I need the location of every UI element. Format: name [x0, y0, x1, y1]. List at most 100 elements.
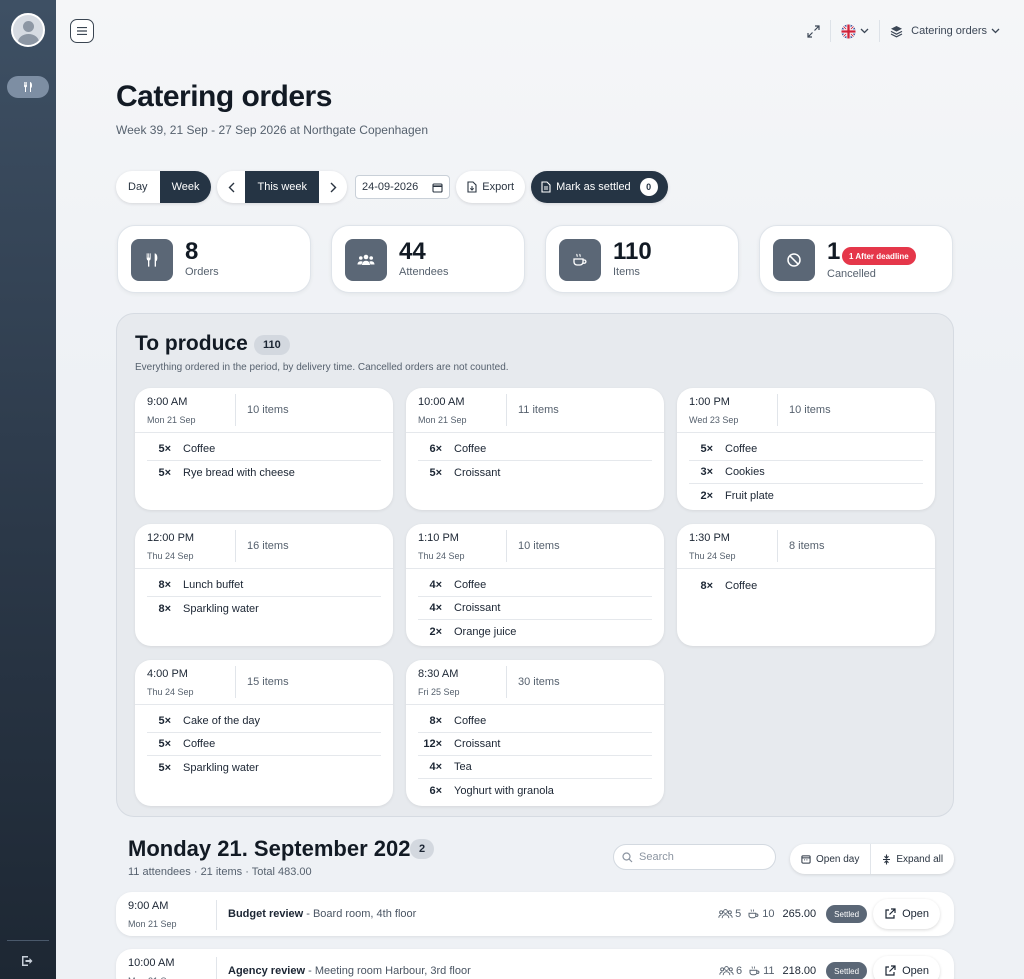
- week-navigator: This week: [217, 171, 348, 203]
- calendar-icon: [801, 855, 811, 864]
- item-name: Yoghurt with granola: [454, 784, 554, 797]
- uk-flag-icon: [841, 23, 856, 39]
- slot-day: Wed 23 Sep: [689, 415, 739, 425]
- order-name: Budget review: [228, 908, 304, 920]
- cutlery-icon: [24, 82, 32, 92]
- avatar[interactable]: [11, 13, 45, 47]
- menu-toggle-button[interactable]: [70, 19, 94, 43]
- open-day-button[interactable]: Open day: [790, 844, 870, 874]
- slot-header-divider: [135, 432, 393, 433]
- order-row[interactable]: 9:00 AM Mon 21 Sep Budget review - Board r…: [116, 892, 954, 936]
- slot-item-row: 4× Croissant: [418, 597, 652, 620]
- date-value: 24-09-2026: [362, 181, 419, 193]
- order-attendees: 5: [718, 908, 741, 920]
- slot-item-count: 11 items: [518, 404, 559, 416]
- open-order-button[interactable]: Open: [873, 899, 940, 929]
- stat-label: Orders: [185, 266, 219, 278]
- calendar-icon[interactable]: [432, 182, 443, 193]
- expand-all-button[interactable]: Expand all: [870, 844, 954, 874]
- cutlery-icon: [131, 239, 173, 281]
- search-input[interactable]: Search: [613, 844, 776, 870]
- production-slot-card: 4:00 PM Thu 24 Sep 15 items 5× Cake of the d…: [135, 660, 393, 806]
- next-week-button[interactable]: [319, 171, 347, 203]
- toolbar: Day Week This week 24-09-2026 Export Mar…: [116, 171, 668, 203]
- attendee-count: 6: [735, 965, 743, 977]
- sidebar-item-catering[interactable]: [7, 76, 49, 98]
- item-name: Coffee: [183, 738, 216, 750]
- after-deadline-badge: 1 After deadline: [842, 247, 916, 265]
- slot-divider: [506, 394, 507, 426]
- item-name: Sparkling water: [183, 602, 259, 615]
- order-location: - Board room, 4th floor: [303, 908, 417, 920]
- order-divider: [216, 900, 217, 930]
- context-selector[interactable]: Catering orders: [879, 20, 1010, 42]
- day-heading: Monday 21. September 2026: [128, 836, 423, 861]
- order-row[interactable]: 10:00 AMMon 21 SepAgency review - Meetin…: [116, 949, 954, 979]
- status-badge: Settled: [826, 962, 868, 979]
- slot-item-row: 4× Coffee: [418, 574, 652, 597]
- sidebar: [0, 0, 56, 979]
- status-badge: Settled: [826, 905, 868, 923]
- layers-icon: [890, 25, 903, 37]
- slot-item-count: 16 items: [247, 540, 289, 552]
- language-selector[interactable]: [830, 20, 879, 42]
- item-name: Tea: [454, 761, 472, 773]
- slot-item-count: 10 items: [789, 404, 831, 416]
- item-name: Coffee: [454, 715, 487, 727]
- slot-item-row: 5× Sparkling water: [147, 756, 381, 779]
- slot-day: Thu 24 Sep: [147, 551, 194, 561]
- export-button[interactable]: Export: [456, 171, 526, 203]
- item-quantity: 8×: [158, 579, 171, 591]
- slot-item-row: 5× Cake of the day: [147, 710, 381, 733]
- view-week-button[interactable]: Week: [159, 171, 212, 203]
- page-subtitle: Week 39, 21 Sep - 27 Sep 2026 at Northga…: [116, 123, 429, 137]
- attendee-count: 5: [735, 908, 742, 920]
- slot-divider: [506, 666, 507, 698]
- slot-header-divider: [406, 432, 664, 433]
- slot-item-row: 2× Orange juice: [418, 620, 652, 643]
- order-day: Mon 21 Sep: [128, 919, 177, 929]
- external-link-icon: [885, 965, 896, 976]
- item-quantity: 5×: [158, 738, 171, 750]
- item-name: Coffee: [454, 443, 487, 455]
- people-icon: [345, 239, 387, 281]
- stat-value: 110: [613, 238, 652, 265]
- item-quantity: 5×: [700, 443, 713, 455]
- item-name: Croissant: [454, 466, 501, 479]
- logout-icon[interactable]: [20, 953, 36, 969]
- slot-divider: [235, 394, 236, 426]
- slot-divider: [235, 530, 236, 562]
- view-day-button[interactable]: Day: [116, 171, 160, 203]
- production-slot-card: 1:30 PM Thu 24 Sep 8 items 8× Coffee: [677, 524, 935, 646]
- date-picker-input[interactable]: 24-09-2026: [355, 175, 451, 199]
- item-quantity: 5×: [158, 715, 171, 727]
- item-quantity: 4×: [429, 579, 442, 591]
- slot-divider: [506, 530, 507, 562]
- item-quantity: 6×: [429, 784, 442, 797]
- to-produce-count-badge: 110: [254, 335, 290, 355]
- stat-label: Attendees: [399, 266, 449, 278]
- slot-item-row: 5× Rye bread with cheese: [147, 461, 381, 484]
- item-quantity: 5×: [158, 443, 171, 455]
- item-name: Orange juice: [454, 625, 517, 638]
- slot-item-row: 5× Coffee: [147, 438, 381, 461]
- this-week-button[interactable]: This week: [245, 171, 320, 203]
- page-title: Catering orders: [116, 80, 332, 113]
- item-name: Coffee: [725, 579, 758, 592]
- slot-divider: [235, 666, 236, 698]
- order-total: 218.00: [782, 965, 817, 977]
- search-icon: [622, 851, 633, 862]
- open-label: Open: [902, 965, 929, 977]
- previous-week-button[interactable]: [217, 171, 245, 203]
- file-export-icon: [467, 181, 477, 193]
- order-time: 10:00 AM: [128, 957, 175, 969]
- stat-value: 1: [827, 238, 841, 265]
- fullscreen-button[interactable]: [797, 20, 830, 42]
- mark-as-settled-button[interactable]: Mark as settled 0: [531, 171, 668, 203]
- open-order-button[interactable]: Open: [873, 956, 940, 979]
- cup-icon: [559, 239, 601, 281]
- slot-day: Mon 21 Sep: [418, 415, 467, 425]
- stat-card-attendees: 44 Attendees: [331, 225, 525, 293]
- item-quantity: 8×: [429, 715, 442, 727]
- slot-item-list: 5× Cake of the day 5× Coffee 5× Sparkling wat…: [147, 710, 381, 779]
